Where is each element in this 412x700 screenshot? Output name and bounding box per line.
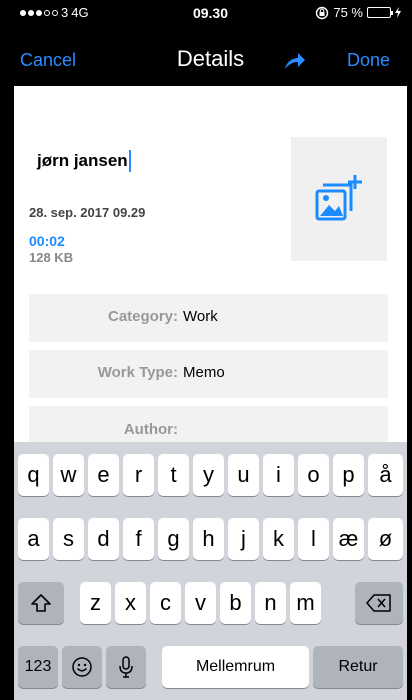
key-a[interactable]: a	[18, 518, 49, 560]
backspace-key[interactable]	[355, 582, 403, 624]
key-j[interactable]: j	[228, 518, 259, 560]
recording-size: 128 KB	[29, 250, 74, 265]
key-l[interactable]: l	[298, 518, 329, 560]
microphone-key[interactable]	[106, 646, 146, 688]
status-bar: 3 4G 09.30 75 %	[14, 0, 407, 24]
recording-name-field[interactable]: jørn jansen	[37, 150, 131, 172]
work-type-label: Work Type:	[97, 364, 178, 381]
key-ae[interactable]: æ	[333, 518, 364, 560]
text-caret	[128, 150, 131, 172]
emoji-icon	[72, 657, 92, 677]
add-photo-button[interactable]	[291, 137, 387, 261]
battery-percent: 75 %	[333, 5, 363, 20]
done-button[interactable]: Done	[347, 50, 390, 71]
key-o[interactable]: o	[298, 454, 329, 496]
key-f[interactable]: f	[123, 518, 154, 560]
charging-icon	[395, 7, 401, 18]
key-r[interactable]: r	[123, 454, 154, 496]
category-value: Work	[183, 308, 218, 325]
key-w[interactable]: w	[53, 454, 84, 496]
recording-name: jørn jansen	[37, 151, 128, 170]
phone-screen: 3 4G 09.30 75 % Cancel Details Done jørn…	[14, 0, 407, 700]
shift-key[interactable]	[18, 582, 64, 624]
key-h[interactable]: h	[193, 518, 224, 560]
key-v[interactable]: v	[185, 582, 216, 624]
key-u[interactable]: u	[228, 454, 259, 496]
key-x[interactable]: x	[115, 582, 146, 624]
key-o-slash[interactable]: ø	[368, 518, 403, 560]
status-right: 75 %	[315, 5, 401, 20]
key-y[interactable]: y	[193, 454, 224, 496]
category-label: Category:	[107, 308, 178, 325]
recording-date: 28. sep. 2017 09.29	[29, 205, 146, 220]
key-d[interactable]: d	[88, 518, 119, 560]
backspace-icon	[366, 594, 391, 612]
key-c[interactable]: c	[150, 582, 181, 624]
add-photo-icon	[315, 175, 362, 221]
key-q[interactable]: q	[18, 454, 49, 496]
key-m[interactable]: m	[290, 582, 321, 624]
keyboard: q w e r t y u i o p å a s d f g h j k l …	[14, 442, 407, 700]
recording-duration: 00:02	[29, 233, 65, 249]
emoji-key[interactable]	[62, 646, 102, 688]
key-a-ring[interactable]: å	[368, 454, 403, 496]
category-field[interactable]: Category: Work	[29, 294, 388, 342]
shift-icon	[31, 594, 51, 612]
key-p[interactable]: p	[333, 454, 364, 496]
work-type-value: Memo	[183, 364, 225, 381]
return-key[interactable]: Retur	[313, 646, 403, 688]
key-k[interactable]: k	[263, 518, 294, 560]
key-z[interactable]: z	[80, 582, 111, 624]
screen-frame: 3 4G 09.30 75 % Cancel Details Done jørn…	[0, 0, 412, 700]
battery-icon	[367, 7, 393, 18]
work-type-field[interactable]: Work Type: Memo	[29, 350, 388, 398]
key-n[interactable]: n	[255, 582, 286, 624]
top-bar: 3 4G 09.30 75 % Cancel Details Done	[14, 0, 407, 86]
numbers-key[interactable]: 123	[18, 646, 58, 688]
navigation-bar: Cancel Details Done	[14, 40, 407, 80]
microphone-icon	[119, 656, 133, 678]
share-arrow-icon[interactable]	[284, 52, 306, 70]
key-g[interactable]: g	[158, 518, 189, 560]
key-e[interactable]: e	[88, 454, 119, 496]
author-label: Author:	[123, 421, 178, 438]
frame-right-edge	[407, 0, 412, 700]
key-t[interactable]: t	[158, 454, 189, 496]
space-key[interactable]: Mellemrum	[162, 646, 309, 688]
author-field[interactable]: Author:	[29, 406, 388, 442]
key-i[interactable]: i	[263, 454, 294, 496]
key-b[interactable]: b	[220, 582, 251, 624]
frame-left-edge	[0, 0, 14, 700]
key-s[interactable]: s	[53, 518, 84, 560]
rotation-lock-icon	[316, 6, 329, 19]
